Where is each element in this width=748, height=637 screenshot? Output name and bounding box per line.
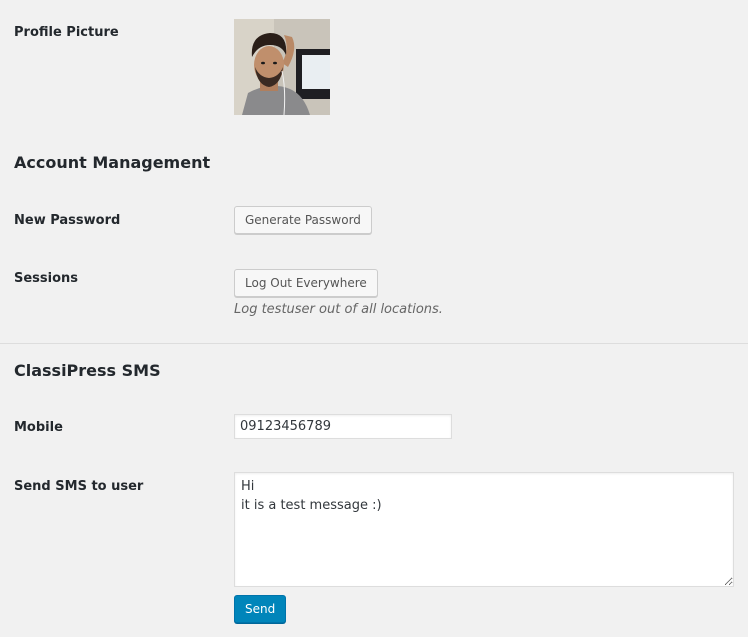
generate-password-button[interactable]: Generate Password xyxy=(234,206,372,234)
logout-everywhere-button[interactable]: Log Out Everywhere xyxy=(234,269,378,297)
sessions-label: Sessions xyxy=(14,271,79,286)
sms-message-textarea[interactable]: Hi it is a test message :) xyxy=(234,472,734,587)
send-button[interactable]: Send xyxy=(234,595,287,623)
profile-picture-label: Profile Picture xyxy=(14,25,119,40)
new-password-label: New Password xyxy=(14,213,121,228)
classipress-sms-heading: ClassiPress SMS xyxy=(14,361,161,380)
logout-description: Log testuser out of all locations. xyxy=(234,302,443,317)
section-divider xyxy=(0,343,748,344)
mobile-label: Mobile xyxy=(14,420,63,435)
send-sms-label: Send SMS to user xyxy=(14,479,144,494)
avatar-image xyxy=(234,19,330,115)
avatar xyxy=(234,19,330,115)
mobile-input[interactable] xyxy=(234,414,452,439)
account-management-heading: Account Management xyxy=(14,153,211,172)
